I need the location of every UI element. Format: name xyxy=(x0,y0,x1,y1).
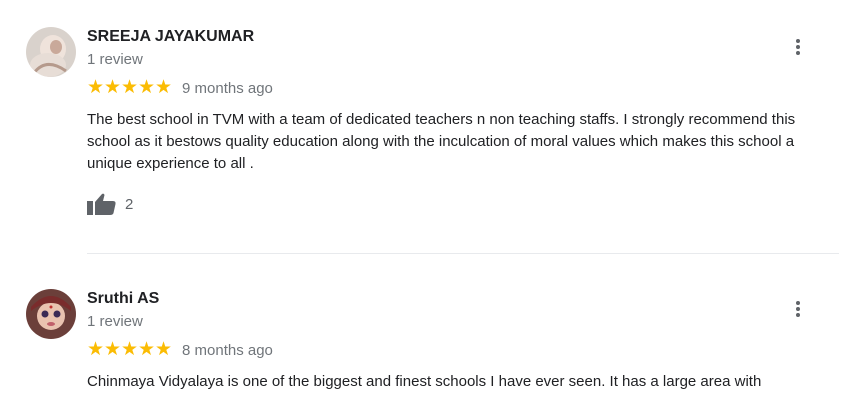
star-icon: ★ xyxy=(87,77,105,98)
avatar-image xyxy=(26,27,76,77)
rating-row: ★ ★ ★ ★ ★ 9 months ago xyxy=(87,78,273,98)
more-options-button[interactable] xyxy=(788,297,808,321)
like-button[interactable]: 2 xyxy=(87,193,133,215)
avatar[interactable] xyxy=(26,289,76,339)
star-icon: ★ xyxy=(155,77,173,98)
more-options-button[interactable] xyxy=(788,35,808,59)
avatar-image xyxy=(26,289,76,339)
like-count: 2 xyxy=(125,195,134,213)
review-text: The best school in TVM with a team of de… xyxy=(87,111,796,172)
reviews-list: SREEJA JAYAKUMAR 1 review ★ ★ ★ ★ ★ 9 mo… xyxy=(0,0,855,407)
more-vert-icon xyxy=(796,39,800,55)
more-vert-icon xyxy=(796,301,800,317)
star-icon: ★ xyxy=(104,77,122,98)
star-icon: ★ xyxy=(155,339,173,360)
reviewer-name[interactable]: SREEJA JAYAKUMAR xyxy=(87,28,254,46)
review-card: Sruthi AS 1 review ★ ★ ★ ★ ★ 8 months ag… xyxy=(0,254,855,407)
review-date: 9 months ago xyxy=(182,79,273,97)
review-card: SREEJA JAYAKUMAR 1 review ★ ★ ★ ★ ★ 9 mo… xyxy=(0,0,855,253)
rating-row: ★ ★ ★ ★ ★ 8 months ago xyxy=(87,340,273,360)
reviewer-name[interactable]: Sruthi AS xyxy=(87,290,159,308)
star-icon: ★ xyxy=(87,339,105,360)
avatar[interactable] xyxy=(26,27,76,77)
star-rating: ★ ★ ★ ★ ★ xyxy=(87,340,172,360)
reviewer-review-count: 1 review xyxy=(87,51,143,68)
star-icon: ★ xyxy=(138,339,156,360)
thumb-up-icon xyxy=(87,193,116,215)
star-icon: ★ xyxy=(104,339,122,360)
reviewer-review-count: 1 review xyxy=(87,313,143,330)
review-date: 8 months ago xyxy=(182,341,273,359)
review-text: Chinmaya Vidyalaya is one of the biggest… xyxy=(87,373,762,390)
star-rating: ★ ★ ★ ★ ★ xyxy=(87,78,172,98)
star-icon: ★ xyxy=(138,77,156,98)
star-icon: ★ xyxy=(121,339,139,360)
star-icon: ★ xyxy=(121,77,139,98)
